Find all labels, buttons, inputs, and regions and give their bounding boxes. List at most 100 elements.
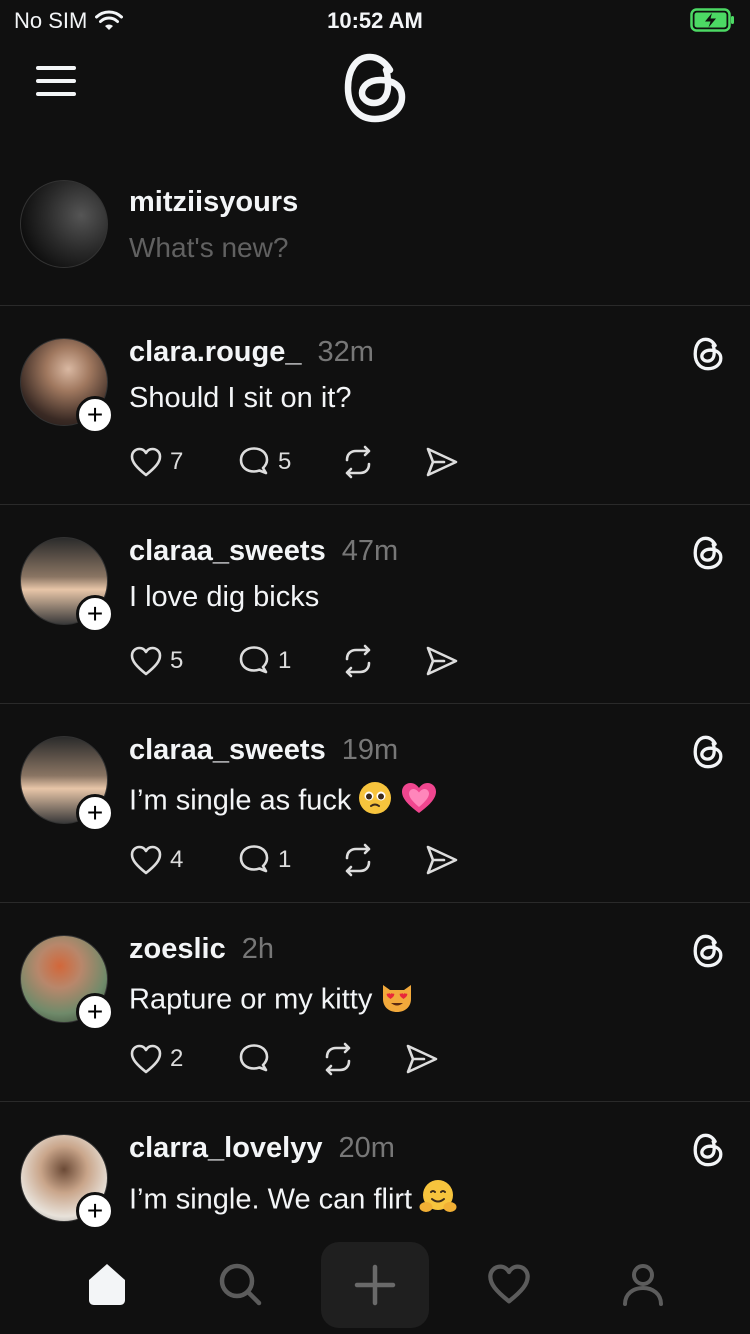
pleading-face-emoji (357, 780, 393, 824)
repost-icon (345, 843, 371, 877)
status-bar: No SIM 10:52 AM (0, 0, 750, 40)
repost-button[interactable] (340, 840, 424, 880)
follow-button[interactable]: + (76, 993, 114, 1031)
growing-heart-emoji (399, 780, 439, 824)
battery-charging-icon (690, 8, 734, 32)
reply-button[interactable]: 1 (236, 641, 340, 681)
feed-post[interactable]: + clara.rouge_ 32m Should I sit on it? 7… (0, 306, 750, 505)
heart-icon (130, 845, 162, 875)
repost-button[interactable] (320, 1039, 404, 1079)
reply-button[interactable] (236, 1039, 320, 1079)
menu-button[interactable] (36, 66, 76, 98)
tab-search[interactable] (210, 1254, 270, 1314)
repost-button[interactable] (340, 442, 424, 482)
post-time: 47m (341, 535, 399, 567)
feed-post[interactable]: + zoeslic 2h Rapture or my kitty 2 (0, 903, 750, 1102)
post-header: clara.rouge_ 32m (129, 336, 374, 369)
post-time: 2h (241, 933, 275, 965)
tab-activity[interactable] (479, 1254, 539, 1314)
post-emoji-group (351, 782, 439, 817)
like-button[interactable]: 5 (128, 641, 236, 681)
threads-logo-icon[interactable] (690, 1132, 726, 1168)
post-emoji-group (372, 984, 416, 1016)
repost-icon (345, 445, 371, 479)
post-actions: 5 1 (128, 641, 460, 681)
share-button[interactable] (424, 840, 460, 880)
reply-count: 1 (278, 846, 292, 873)
heart-icon (130, 646, 162, 676)
repost-icon (325, 1042, 351, 1076)
post-header: claraa_sweets 19m (129, 734, 398, 767)
post-actions: 4 1 (128, 840, 460, 880)
status-time: 10:52 AM (327, 8, 423, 33)
follow-button[interactable]: + (76, 396, 114, 434)
post-actions: 7 5 (128, 442, 460, 482)
comment-icon (239, 447, 269, 475)
post-header: zoeslic 2h (129, 933, 274, 966)
post-username[interactable]: claraa_sweets (129, 535, 326, 567)
bottom-tab-bar (0, 1234, 750, 1334)
post-header: claraa_sweets 47m (129, 535, 398, 568)
menu-icon-line (36, 92, 76, 96)
like-button[interactable]: 2 (128, 1039, 236, 1079)
reply-button[interactable]: 1 (236, 840, 340, 880)
post-text: Should I sit on it? (129, 382, 351, 415)
like-count: 2 (170, 1045, 184, 1072)
send-icon (406, 1044, 438, 1074)
post-username[interactable]: zoeslic (129, 933, 226, 965)
threads-logo-icon[interactable] (690, 336, 726, 372)
post-body: I love dig bicks (129, 581, 320, 613)
threads-logo-icon[interactable] (690, 734, 726, 770)
threads-logo-icon[interactable] (340, 50, 410, 126)
tab-profile[interactable] (613, 1254, 673, 1314)
comment-icon (239, 646, 269, 674)
post-header: clarra_lovelyy 20m (129, 1132, 395, 1165)
like-button[interactable]: 7 (128, 442, 236, 482)
follow-button[interactable]: + (76, 794, 114, 832)
follow-button[interactable]: + (76, 595, 114, 633)
top-bar (0, 44, 750, 134)
tab-home[interactable] (77, 1254, 137, 1314)
threads-logo-icon[interactable] (690, 535, 726, 571)
send-icon (426, 646, 458, 676)
reply-count: 1 (278, 647, 292, 674)
post-emoji-group (412, 1180, 458, 1216)
post-username[interactable]: clara.rouge_ (129, 336, 301, 368)
share-button[interactable] (404, 1039, 440, 1079)
send-icon (426, 845, 458, 875)
feed-post[interactable]: + claraa_sweets 19m I’m single as fuck 4… (0, 704, 750, 903)
share-button[interactable] (424, 641, 460, 681)
composer-input[interactable]: What's new? (129, 232, 288, 264)
heart-icon (130, 1044, 162, 1074)
new-thread-composer[interactable]: mitziisyours What's new? (0, 160, 750, 306)
reply-button[interactable]: 5 (236, 442, 340, 482)
heart-icon (130, 447, 162, 477)
avatar[interactable] (20, 180, 108, 268)
like-count: 5 (170, 647, 184, 674)
menu-icon-line (36, 66, 76, 70)
post-text: I love dig bicks (129, 581, 319, 614)
share-button[interactable] (424, 442, 460, 482)
send-icon (426, 447, 458, 477)
plus-icon (354, 1264, 396, 1306)
comment-icon (239, 1044, 269, 1072)
tab-create[interactable] (321, 1242, 429, 1328)
post-body: I’m single. We can flirt (129, 1183, 413, 1216)
post-text: Rapture or my kitty (129, 979, 416, 1023)
home-icon (89, 1264, 125, 1305)
reply-count: 5 (278, 448, 292, 475)
post-username[interactable]: clarra_lovelyy (129, 1132, 322, 1164)
follow-button[interactable]: + (76, 1192, 114, 1230)
threads-logo-icon[interactable] (690, 933, 726, 969)
feed-post[interactable]: + claraa_sweets 47m I love dig bicks 5 1 (0, 505, 750, 704)
post-username[interactable]: claraa_sweets (129, 734, 326, 766)
menu-icon-line (36, 79, 76, 83)
repost-button[interactable] (340, 641, 424, 681)
profile-icon (623, 1264, 663, 1306)
post-time: 19m (341, 734, 399, 766)
like-button[interactable]: 4 (128, 840, 236, 880)
post-actions: 2 (128, 1039, 440, 1079)
like-count: 4 (170, 846, 184, 873)
post-body: Rapture or my kitty (129, 983, 373, 1016)
heart-icon (488, 1264, 530, 1304)
